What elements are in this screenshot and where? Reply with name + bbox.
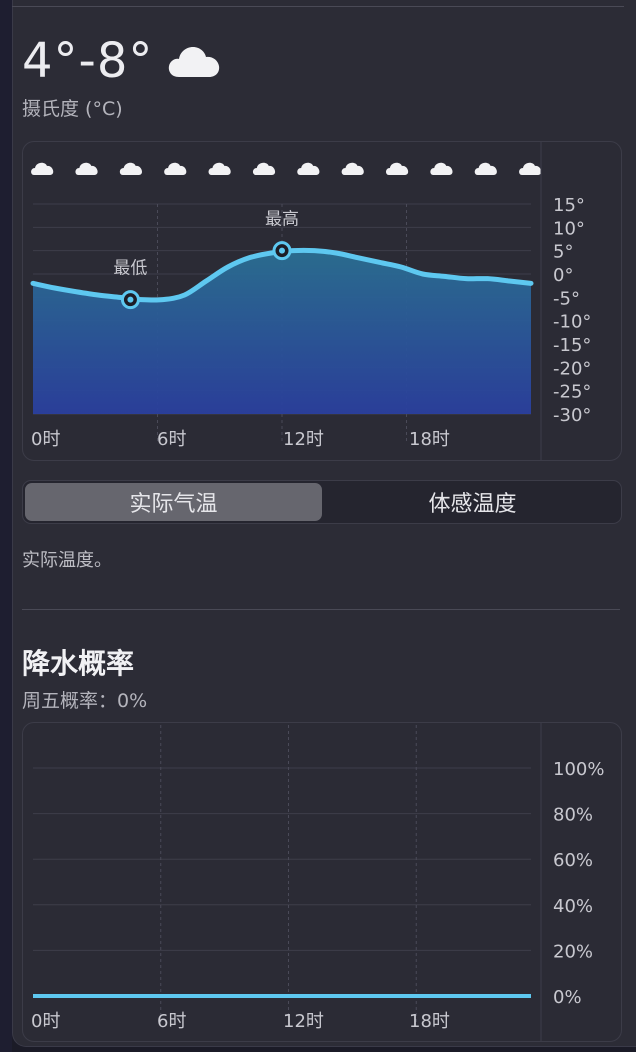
marker-dot <box>127 296 134 303</box>
temperature-range: 4°-8° <box>22 33 154 89</box>
x-tick-label: 18时 <box>409 429 450 450</box>
x-tick-label: 18时 <box>409 1011 450 1032</box>
y-tick-label: -30° <box>553 405 591 426</box>
y-tick-label: 60% <box>553 850 593 871</box>
cloud-icon <box>430 162 453 175</box>
top-divider <box>12 6 624 7</box>
y-tick-label: 0° <box>553 265 573 286</box>
y-tick-label: 100% <box>553 759 604 780</box>
temperature-header: 4°-8° <box>22 32 221 90</box>
unit-label: 摄氏度 (°C) <box>22 98 123 120</box>
y-tick-label: -10° <box>553 312 591 333</box>
y-tick-label: 5° <box>553 242 573 263</box>
tab-feels-like[interactable]: 体感温度 <box>324 481 621 523</box>
window-edge <box>0 0 12 1052</box>
cloud-icon <box>164 162 187 175</box>
max-label: 最高 <box>265 210 299 230</box>
temperature-area <box>33 250 531 414</box>
y-tick-label: 0% <box>553 987 582 1008</box>
y-tick-label: -20° <box>553 358 591 379</box>
cloud-icon <box>75 162 98 175</box>
cloud-icon <box>341 162 364 175</box>
cloud-icon <box>474 162 497 175</box>
tab-actual-temperature[interactable]: 实际气温 <box>25 483 322 521</box>
y-tick-label: 15° <box>553 195 585 216</box>
precipitation-chart: 100% 80% 60% 40% 20% 0% 0时 6时 12时 18时 <box>31 723 604 1041</box>
x-tick-label: 12时 <box>283 1011 324 1032</box>
precipitation-subtitle: 周五概率：0% <box>22 690 148 712</box>
min-label: 最低 <box>113 259 147 279</box>
temperature-chart: 最低 最高 15°10° 5°0°-5° -10°-15°-20° -25°-30° 0时 6… <box>30 142 591 460</box>
precipitation-title: 降水概率 <box>22 647 135 680</box>
temperature-mode-toggle[interactable]: 实际气温 体感温度 <box>22 480 622 524</box>
cloud-icon <box>297 162 320 175</box>
cloud-icon <box>208 162 231 175</box>
y-tick-label: 80% <box>553 805 593 826</box>
x-tick-label: 0时 <box>31 429 60 450</box>
section-divider <box>22 609 620 610</box>
x-tick-label: 6时 <box>157 429 186 450</box>
cloud-icon <box>252 162 276 175</box>
y-tick-label: 10° <box>553 218 585 239</box>
y-tick-label: -15° <box>553 335 591 356</box>
cloud-icon <box>519 162 542 175</box>
cloud-icon <box>31 162 54 175</box>
temperature-chart-card[interactable]: 最低 最高 15° 10° 5° 0° -5° -10° -15° -20° -25° -30° 0时 6… <box>22 141 622 461</box>
y-tick-label: 20% <box>553 941 593 962</box>
y-tick-label: -5° <box>553 288 580 309</box>
cloud-icon <box>119 162 142 175</box>
cloud-icon <box>169 47 220 77</box>
marker-dot <box>279 247 285 254</box>
x-tick-label: 6时 <box>157 1011 186 1032</box>
y-tick-label: -25° <box>553 382 591 403</box>
precipitation-chart-card[interactable]: 100% 80% 60% 40% 20% 0% 0时 6时 12时 18时 <box>22 722 622 1042</box>
y-tick-label: 40% <box>553 896 593 917</box>
cloud-icon <box>386 162 409 175</box>
mode-description: 实际温度。 <box>22 550 112 571</box>
x-tick-label: 0时 <box>31 1011 60 1032</box>
x-tick-label: 12时 <box>283 429 324 450</box>
